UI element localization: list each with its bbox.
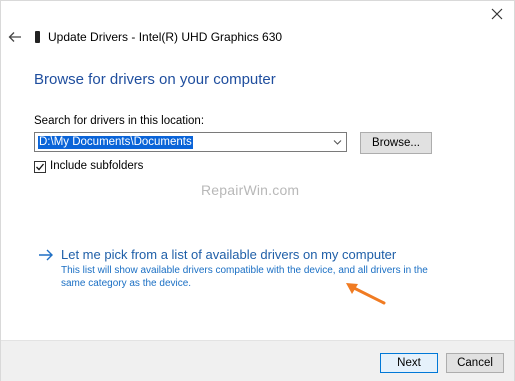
right-arrow-icon[interactable] bbox=[38, 248, 54, 262]
include-subfolders-label[interactable]: Include subfolders bbox=[50, 160, 143, 172]
pick-driver-link[interactable]: Let me pick from a list of available dri… bbox=[61, 247, 396, 262]
include-subfolders-checkbox[interactable] bbox=[34, 161, 46, 173]
close-icon bbox=[491, 8, 503, 20]
next-button[interactable]: Next bbox=[380, 353, 438, 373]
location-combobox[interactable]: D:\My Documents\Documents bbox=[34, 132, 347, 152]
title-bar: Update Drivers - Intel(R) UHD Graphics 6… bbox=[0, 28, 515, 50]
search-location-label: Search for drivers in this location: bbox=[34, 115, 205, 127]
window-title: Update Drivers - Intel(R) UHD Graphics 6… bbox=[48, 30, 283, 44]
page-heading: Browse for drivers on your computer bbox=[34, 71, 276, 88]
annotation-arrow-icon bbox=[346, 283, 386, 305]
cancel-button[interactable]: Cancel bbox=[446, 353, 504, 373]
chevron-down-icon[interactable] bbox=[333, 138, 342, 146]
location-input-value[interactable]: D:\My Documents\Documents bbox=[38, 136, 193, 149]
checkmark-icon bbox=[36, 163, 45, 171]
watermark-text: RepairWin.com bbox=[201, 182, 300, 198]
close-button[interactable] bbox=[489, 6, 505, 22]
browse-button[interactable]: Browse... bbox=[360, 132, 432, 154]
device-icon bbox=[35, 31, 40, 43]
back-arrow-icon[interactable] bbox=[8, 30, 22, 44]
